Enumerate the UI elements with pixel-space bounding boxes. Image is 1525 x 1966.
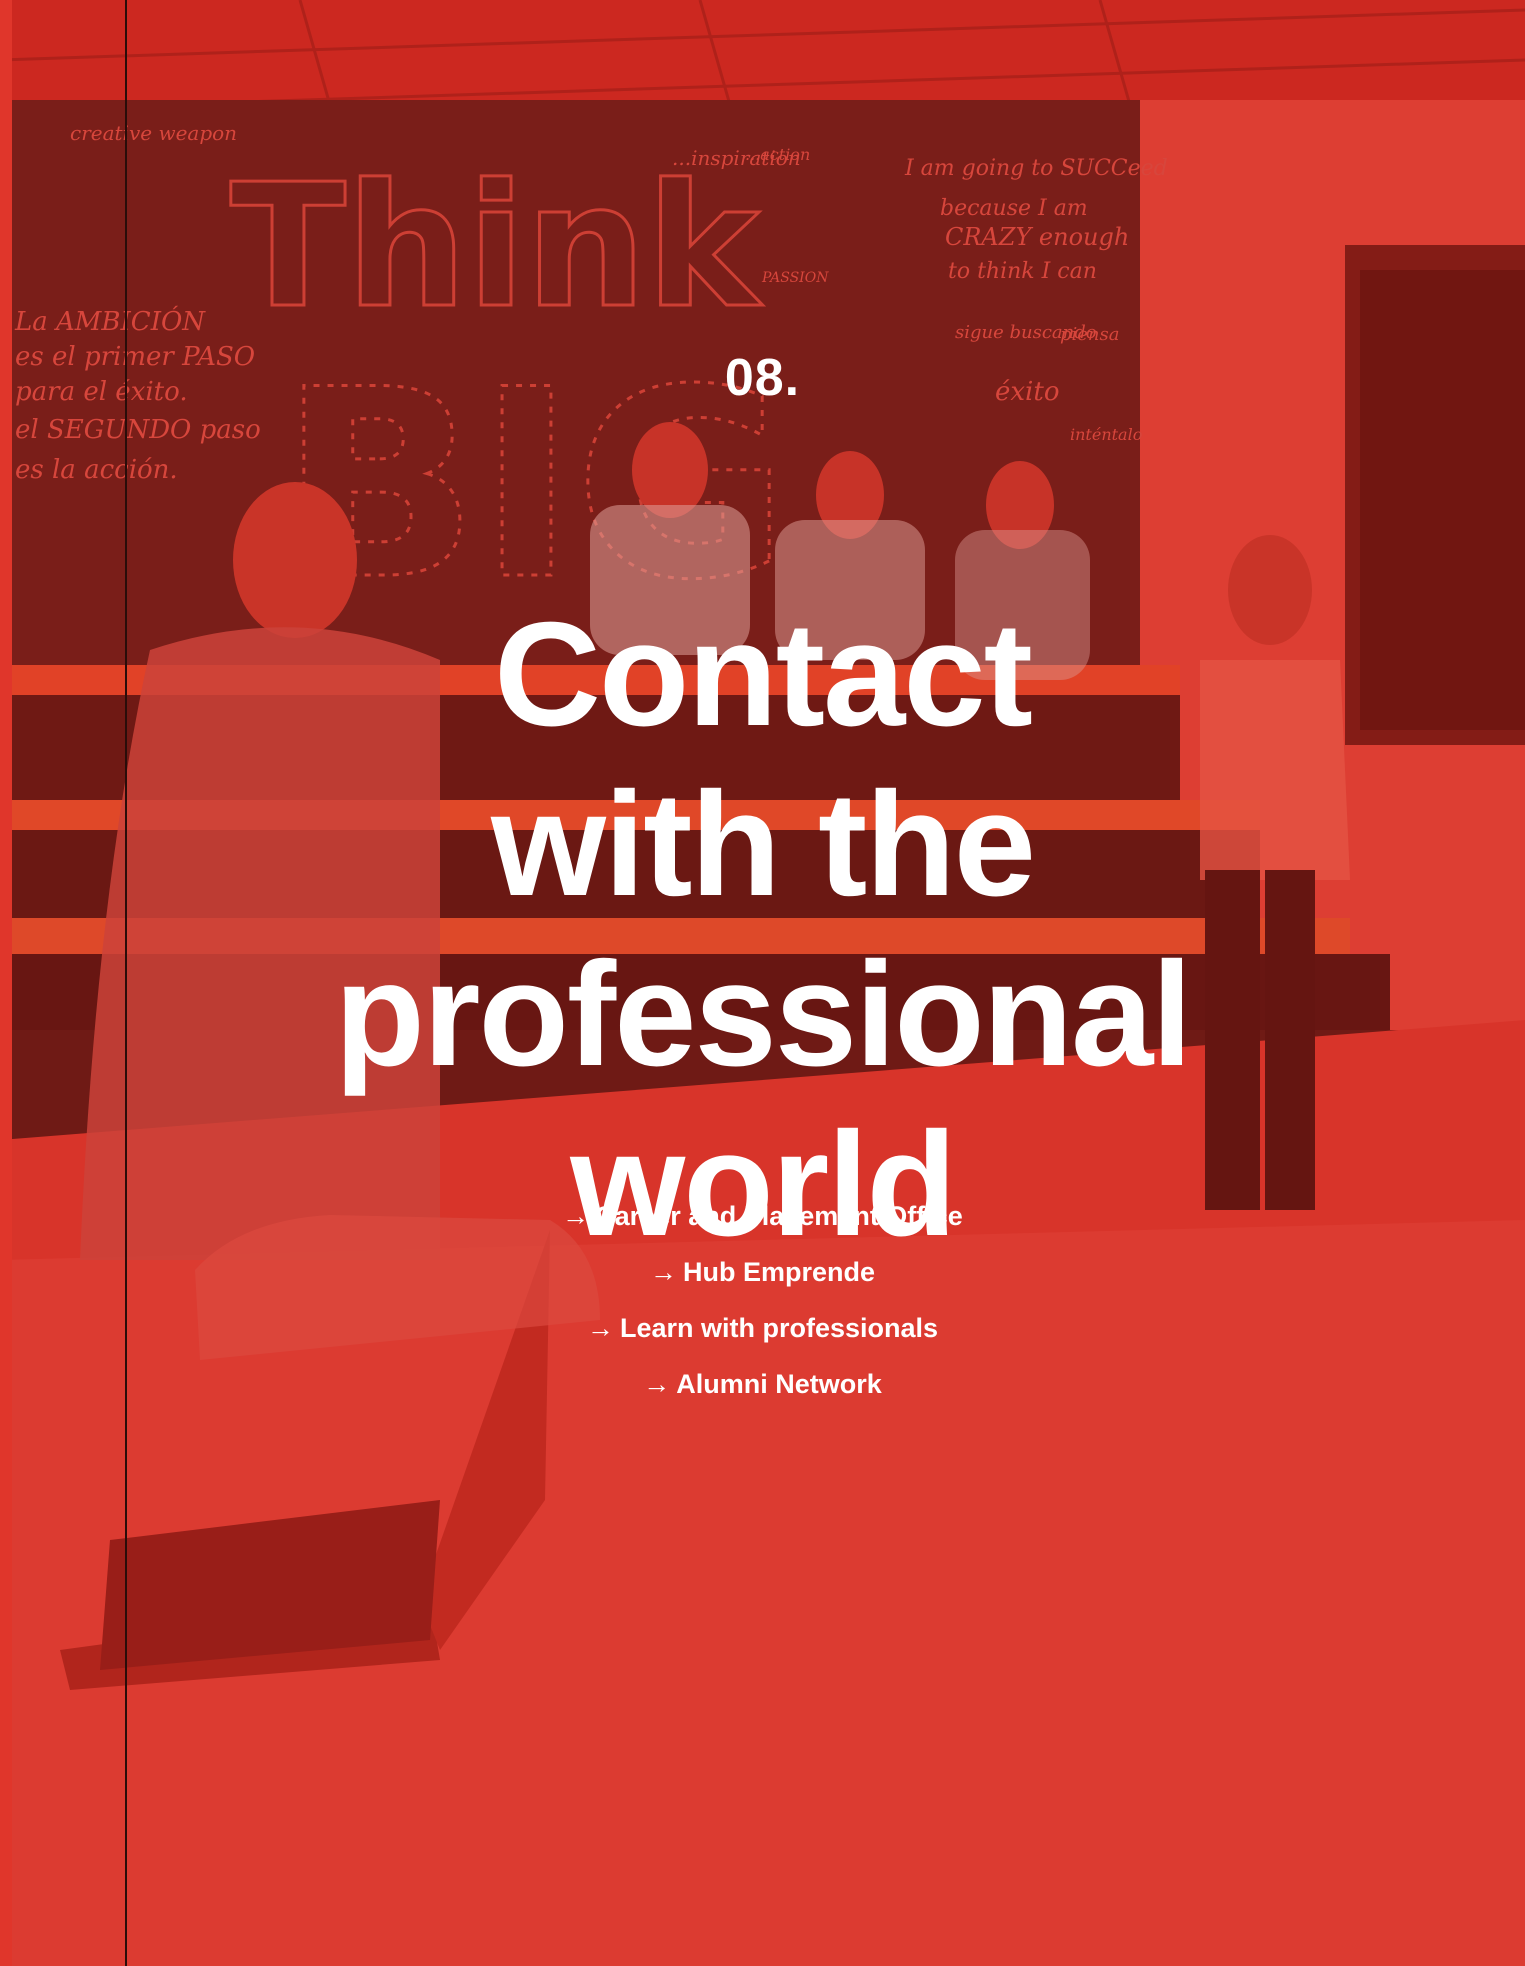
arrow-right-icon: → <box>586 1313 614 1343</box>
link-label: Career and Placement Office <box>595 1201 963 1231</box>
section-title: Contact with the professional world <box>0 590 1525 1270</box>
title-line-1: Contact <box>494 592 1033 757</box>
title-line-2: with the <box>490 762 1036 927</box>
arrow-right-icon: → <box>643 1369 671 1399</box>
link-label: Learn with professionals <box>619 1313 939 1343</box>
link-label: Alumni Network <box>676 1369 882 1399</box>
arrow-right-icon: → <box>649 1257 677 1287</box>
section-links: → Career and Placement Office → Hub Empren… <box>0 1196 1525 1420</box>
link-alumni-network[interactable]: → Alumni Network <box>0 1364 1525 1420</box>
link-hub-emprende[interactable]: → Hub Emprende <box>0 1252 1525 1308</box>
title-line-3: professional <box>334 932 1193 1097</box>
link-label: Hub Emprende <box>682 1257 876 1287</box>
section-number: 08. <box>724 349 801 407</box>
link-learn-with-professionals[interactable]: → Learn with professionals <box>0 1308 1525 1364</box>
link-career-placement-office[interactable]: → Career and Placement Office <box>0 1196 1525 1252</box>
arrow-right-icon: → <box>562 1201 590 1231</box>
